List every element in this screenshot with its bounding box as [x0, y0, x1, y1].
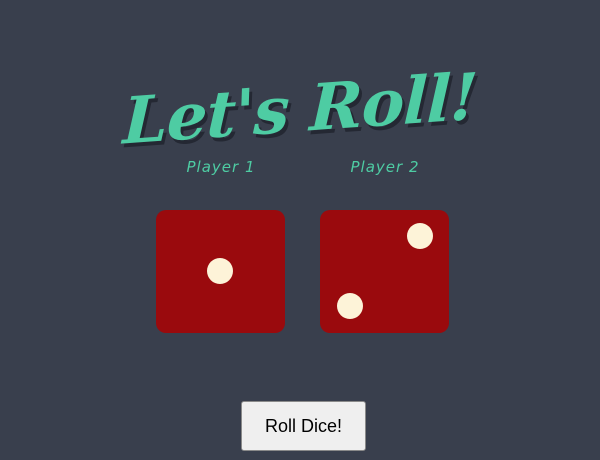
- player-2-label: Player 2: [350, 158, 420, 176]
- die-pip: [207, 258, 233, 284]
- die-pip: [337, 293, 363, 319]
- player-1-label: Player 1: [186, 158, 256, 176]
- page-title: Let's Roll!: [121, 59, 479, 160]
- roll-dice-button[interactable]: Roll Dice!: [241, 401, 366, 451]
- player-1-die: [156, 210, 285, 333]
- player-2-die: [320, 210, 449, 333]
- die-pip: [407, 223, 433, 249]
